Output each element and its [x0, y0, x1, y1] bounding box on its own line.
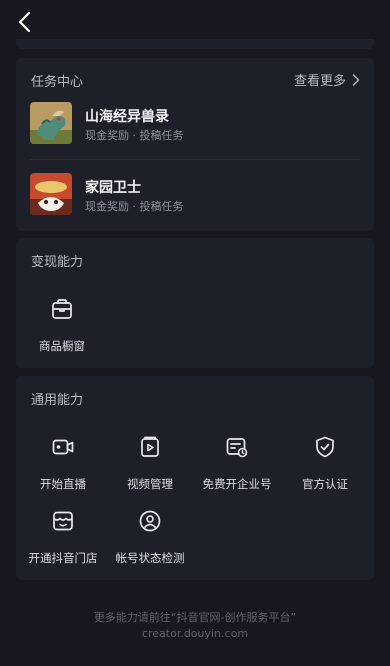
top-bar — [0, 0, 390, 44]
monetize-title: 变现能力 — [31, 255, 84, 270]
tool-start-live[interactable]: 开始直播 — [20, 435, 106, 499]
task-center-title: 任务中心 — [31, 75, 84, 90]
previous-card-edge — [16, 39, 374, 49]
task-subtitle: 现金奖励 · 投稿任务 — [85, 200, 184, 213]
tool-label: 开始直播 — [40, 477, 86, 491]
tool-douyin-store[interactable]: 开通抖音门店 — [20, 509, 106, 573]
task-name: 家园卫士 — [85, 180, 141, 196]
footer-note: 更多能力请前往“抖音官网-创作服务平台” — [93, 611, 297, 624]
tool-enterprise-account[interactable]: 免费开企业号 — [194, 435, 280, 499]
tool-official-verify[interactable]: 官方认证 — [282, 435, 368, 499]
shop-window-icon — [52, 299, 72, 319]
back-arrow-icon[interactable] — [12, 8, 40, 36]
video-manage-icon — [141, 436, 159, 457]
general-title: 通用能力 — [31, 393, 84, 408]
tool-label: 免费开企业号 — [202, 477, 272, 491]
enterprise-account-icon — [226, 438, 248, 458]
official-verify-icon — [316, 436, 334, 458]
footer-url: creator.douyin.com — [141, 627, 249, 640]
tool-shop-window[interactable]: 商品橱窗 — [19, 297, 105, 361]
task-name: 山海经异兽录 — [85, 109, 169, 125]
tool-label: 帐号状态检测 — [115, 551, 185, 565]
task-thumbnail-guardian — [30, 173, 72, 215]
account-status-icon — [139, 510, 161, 532]
task-subtitle: 现金奖励 · 投稿任务 — [85, 129, 184, 142]
live-camera-icon — [52, 439, 74, 455]
chevron-right-icon — [352, 73, 360, 86]
task-item-shanhaijing[interactable]: 山海经异兽录 现金奖励 · 投稿任务 — [30, 102, 360, 146]
tool-label: 视频管理 — [127, 477, 173, 491]
store-icon — [53, 511, 73, 531]
tool-label: 官方认证 — [302, 477, 348, 491]
tool-account-status[interactable]: 帐号状态检测 — [107, 509, 193, 573]
task-thumbnail-dragon — [30, 102, 72, 144]
tool-label: 开通抖音门店 — [28, 551, 98, 565]
task-divider — [30, 159, 360, 160]
view-more-label: 查看更多 — [293, 74, 346, 89]
monetize-card: 变现能力 商品橱窗 — [16, 238, 374, 368]
task-center-card: 任务中心 查看更多 山海经异兽录 现金奖励 · 投稿任务 家园卫士 现金奖励 ·… — [16, 58, 374, 231]
tool-video-manage[interactable]: 视频管理 — [107, 435, 193, 499]
general-abilities-card: 通用能力 开始直播 视频管理 免费开企业号 官方认证 开通抖音门店 帐号状态检测 — [16, 376, 374, 580]
tool-label: 商品橱窗 — [39, 339, 85, 353]
task-item-jiayuanweishi[interactable]: 家园卫士 现金奖励 · 投稿任务 — [30, 173, 360, 217]
view-more-link[interactable]: 查看更多 — [294, 70, 360, 89]
